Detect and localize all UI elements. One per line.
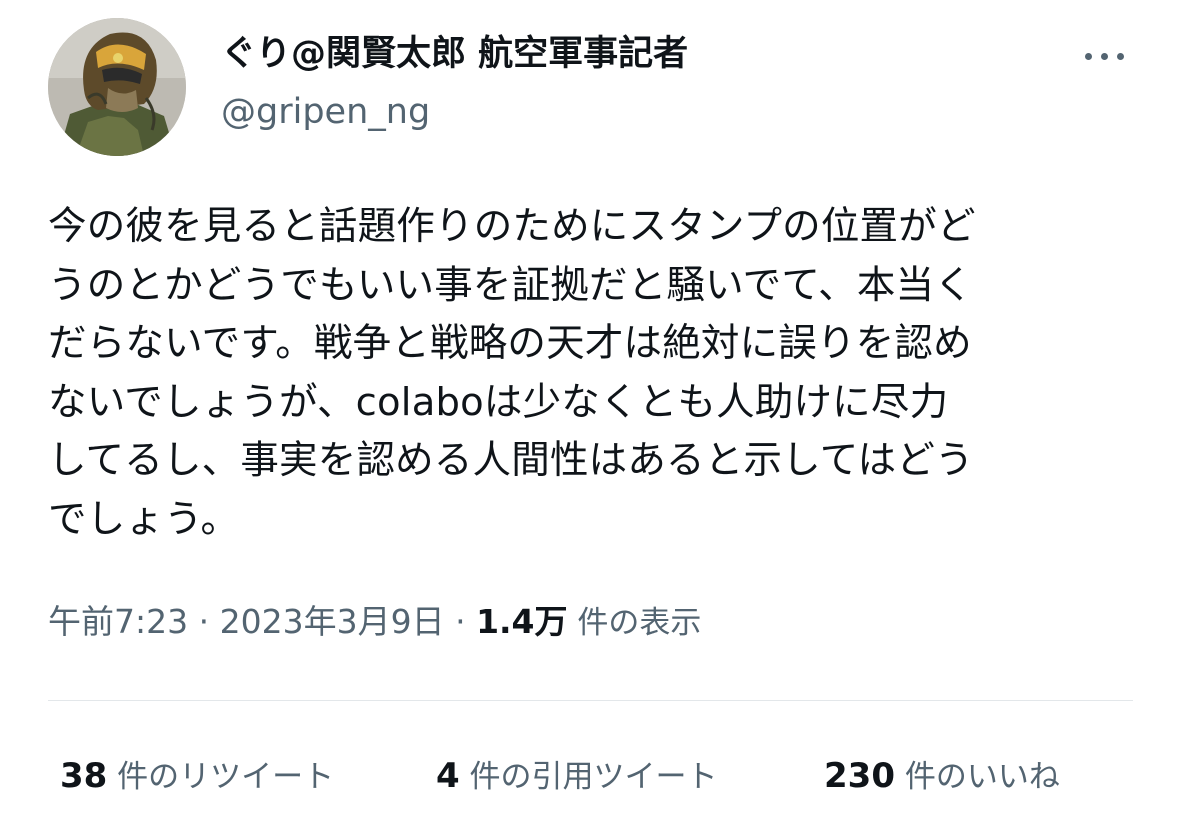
views-label: 件の表示 — [567, 605, 702, 641]
likes-label: 件のいいね — [894, 759, 1060, 795]
more-dot — [1085, 53, 1092, 60]
tweet-time[interactable]: 午前7:23 — [48, 602, 188, 641]
retweets-label: 件のリツイート — [107, 759, 335, 795]
retweets-stat[interactable]: 38 件のリツイート — [60, 754, 334, 799]
display-name[interactable]: ぐり@関賢太郎 航空軍事記者 — [221, 32, 688, 76]
quotes-count: 4 — [436, 756, 460, 796]
more-dot — [1101, 53, 1108, 60]
divider — [48, 700, 1133, 701]
likes-count: 230 — [824, 756, 895, 796]
tweet-text: 今の彼を見ると話題作りのためにスタンプの位置がど うのとかどうでもいい事を証拠だと… — [48, 198, 1138, 549]
user-handle[interactable]: @gripen_ng — [221, 90, 430, 134]
quotes-stat[interactable]: 4 件の引用ツイート — [436, 754, 718, 799]
tweet-text-line: してるし、事実を認める人間性はあると示してはどう — [48, 438, 974, 483]
tweet-text-line: ないでしょうが、colaboは少なくとも人助けに尽力 — [48, 379, 949, 425]
more-dots-icon[interactable] — [1083, 46, 1127, 66]
tweet-text-line: うのとかどうでもいい事を証拠だと騒いでて、本当く — [48, 262, 973, 308]
tweet-detail: ぐり@関賢太郎 航空軍事記者 @gripen_ng 今の彼を見ると話題作りのため… — [0, 0, 1178, 822]
tweet-text-line: 今の彼を見ると話題作りのためにスタンプの位置がど — [48, 204, 976, 249]
likes-stat[interactable]: 230 件のいいね — [824, 754, 1060, 799]
pilot-helmet-avatar-icon[interactable] — [48, 18, 186, 156]
tweet-text-line: でしょう。 — [48, 496, 240, 542]
tweet-meta: 午前7:23 · 2023年3月9日 · 1.4万 件の表示 — [48, 600, 701, 645]
more-dot — [1117, 53, 1124, 60]
quotes-label: 件の引用ツイート — [459, 759, 718, 795]
avatar-image — [48, 18, 186, 156]
tweet-header: ぐり@関賢太郎 航空軍事記者 @gripen_ng — [48, 18, 1133, 158]
tweet-date[interactable]: 2023年3月9日 — [220, 602, 445, 641]
retweets-count: 38 — [60, 756, 108, 796]
tweet-text-line: だらないです。戦争と戦略の天才は絶対に誤りを認め — [48, 321, 972, 366]
meta-separator: · — [188, 602, 220, 641]
views-count: 1.4万 — [476, 602, 568, 641]
meta-separator: · — [444, 602, 477, 641]
